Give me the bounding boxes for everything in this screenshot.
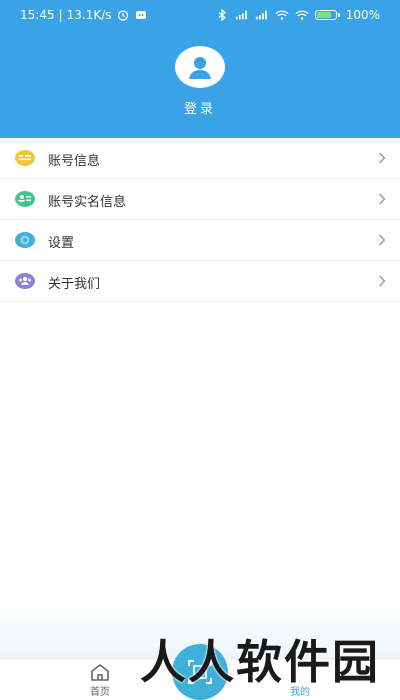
account-card-icon [15, 150, 35, 166]
wifi-icon [275, 10, 289, 20]
chevron-right-icon [379, 275, 386, 287]
menu-item-label: 账号实名信息 [48, 195, 127, 210]
settings-gear-icon [15, 232, 35, 248]
status-bar: 15:45 | 13.1K/s 100% [0, 0, 400, 32]
menu-item-real-name-info[interactable]: 账号实名信息 [0, 179, 400, 220]
group-users-icon [15, 273, 35, 289]
alarm-icon [117, 10, 128, 21]
status-net-speed: 13.1K/s [66, 8, 112, 22]
battery-icon [314, 10, 340, 20]
profile-header: 15:45 | 13.1K/s 100% 登录 [0, 0, 400, 138]
user-icon [189, 57, 211, 79]
bluetooth-icon [218, 9, 226, 21]
tab-home[interactable]: 首页 [70, 659, 130, 700]
chevron-right-icon [379, 193, 386, 205]
menu-item-account-info[interactable]: 账号信息 [0, 138, 400, 179]
chevron-right-icon [379, 234, 386, 246]
status-right: 100% [215, 8, 380, 22]
app-notification-icon [135, 11, 146, 19]
tab-home-label: 首页 [90, 687, 110, 698]
status-time: 15:45 [20, 8, 55, 22]
menu-item-label: 账号信息 [48, 154, 101, 169]
signal-icon [255, 10, 267, 20]
signal-icon [235, 10, 247, 20]
login-link[interactable]: 登录 [0, 98, 400, 117]
menu-item-about-us[interactable]: 关于我们 [0, 261, 400, 302]
status-separator: | [58, 8, 63, 22]
menu-item-label: 关于我们 [48, 277, 101, 292]
id-card-icon [15, 191, 35, 207]
menu-item-settings[interactable]: 设置 [0, 220, 400, 261]
status-battery-level: 100% [345, 8, 380, 22]
menu-list: 账号信息 账号实名信息 设置 关于我们 [0, 138, 400, 302]
menu-item-label: 设置 [48, 236, 75, 251]
status-left: 15:45 | 13.1K/s [20, 8, 148, 22]
avatar[interactable] [175, 46, 225, 88]
chevron-right-icon [379, 152, 386, 164]
screen: 15:45 | 13.1K/s 100% 登录 账号信息 账号实名信息 设置 关… [0, 0, 400, 700]
home-icon [91, 664, 109, 681]
wifi-icon [295, 10, 309, 20]
watermark: 人人软件园 [140, 635, 380, 689]
